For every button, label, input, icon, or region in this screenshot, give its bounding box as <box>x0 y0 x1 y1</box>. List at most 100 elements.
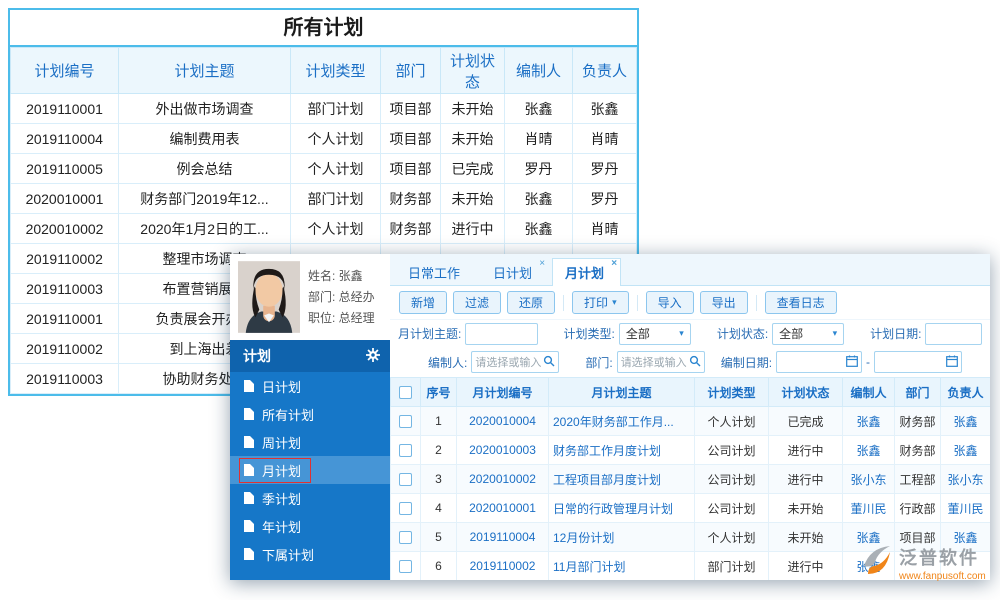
row-checkbox[interactable] <box>399 473 412 486</box>
user-profile: 姓名: 张鑫 部门: 总经办 职位: 总经理 <box>230 254 390 340</box>
sidebar-item[interactable]: 季计划 <box>230 484 390 512</box>
calendar-icon[interactable] <box>946 355 958 370</box>
row-number: 4 <box>421 494 457 523</box>
plan-row[interactable]: 3 2020010002 工程项目部月度计划 公司计划 进行中 张小东 工程部 … <box>391 465 991 494</box>
owner-link[interactable]: 张鑫 <box>941 436 991 465</box>
filter-button[interactable]: 过滤 <box>453 291 501 314</box>
compile-date-end-input[interactable] <box>874 351 962 373</box>
dept-cell: 财务部 <box>895 407 941 436</box>
plan-code-cell: 2020010001 <box>11 184 119 214</box>
tab[interactable]: 日常工作 × <box>395 258 477 285</box>
row-checkbox[interactable] <box>399 444 412 457</box>
dept-cell: 财务部 <box>381 184 441 214</box>
table-row[interactable]: 2019110004 编制费用表 个人计划 项目部 未开始 肖晴 肖晴 <box>11 124 637 154</box>
page-title: 所有计划 <box>10 10 637 47</box>
filter-row-1: 月计划主题: 计划类型: 全部 ▾ 计划状态: 全部 ▾ 计划日期: <box>390 320 990 347</box>
close-icon[interactable]: × <box>611 259 617 269</box>
table-row[interactable]: 2020010002 2020年1月2日的工... 个人计划 财务部 进行中 张… <box>11 214 637 244</box>
sidebar-item[interactable]: 周计划 <box>230 428 390 456</box>
subject-filter-input[interactable] <box>465 323 537 345</box>
plan-subject-link[interactable]: 12月份计划 <box>549 523 695 552</box>
compiler-link[interactable]: 张鑫 <box>843 436 895 465</box>
plan-code-link[interactable]: 2019110004 <box>457 523 549 552</box>
select-all-checkbox[interactable] <box>399 386 412 399</box>
export-button[interactable]: 导出 <box>700 291 748 314</box>
plan-subject-link[interactable]: 日常的行政管理月计划 <box>549 494 695 523</box>
table-row[interactable]: 2019110005 例会总结 个人计划 项目部 已完成 罗丹 罗丹 <box>11 154 637 184</box>
compiler-link[interactable]: 董川民 <box>843 494 895 523</box>
chevron-down-icon: ▾ <box>833 329 838 338</box>
owner-cell: 罗丹 <box>573 184 637 214</box>
compiler-filter-input[interactable] <box>471 351 559 373</box>
sidebar-item[interactable]: 所有计划 <box>230 400 390 428</box>
plan-subject-cell: 财务部门2019年12... <box>119 184 291 214</box>
plan-row[interactable]: 4 2020010001 日常的行政管理月计划 公司计划 未开始 董川民 行政部… <box>391 494 991 523</box>
sidebar-item[interactable]: 年计划 <box>230 512 390 540</box>
plan-subject-link[interactable]: 财务部工作月度计划 <box>549 436 695 465</box>
sidebar-item-label: 年计划 <box>262 517 301 536</box>
plan-status-select[interactable]: 全部 ▾ <box>772 323 844 345</box>
plan-subject-cell: 外出做市场调查 <box>119 94 291 124</box>
sidebar-item-label: 所有计划 <box>262 405 314 424</box>
close-icon[interactable]: × <box>539 259 545 269</box>
sidebar-item[interactable]: 月计划 <box>230 456 390 484</box>
add-button[interactable]: 新增 <box>399 291 447 314</box>
column-header: 计划状态 <box>769 378 843 407</box>
column-header: 计划类型 <box>291 48 381 94</box>
plan-type-cell: 部门计划 <box>291 184 381 214</box>
compiler-link[interactable]: 张鑫 <box>843 407 895 436</box>
plan-type-select[interactable]: 全部 ▾ <box>619 323 691 345</box>
print-button[interactable]: 打印 ▾ <box>572 291 629 314</box>
status-cell: 未开始 <box>441 184 505 214</box>
owner-link[interactable]: 张鑫 <box>941 407 991 436</box>
plan-code-link[interactable]: 2020010001 <box>457 494 549 523</box>
plan-code-cell: 2019110002 <box>11 244 119 274</box>
plan-code-link[interactable]: 2020010004 <box>457 407 549 436</box>
calendar-icon[interactable] <box>846 355 858 370</box>
column-header: 部门 <box>381 48 441 94</box>
table-row[interactable]: 2020010001 财务部门2019年12... 部门计划 财务部 未开始 张… <box>11 184 637 214</box>
row-checkbox[interactable] <box>399 560 412 573</box>
plan-subject-cell: 例会总结 <box>119 154 291 184</box>
row-checkbox[interactable] <box>399 531 412 544</box>
restore-button[interactable]: 还原 <box>507 291 555 314</box>
plan-row[interactable]: 2 2020010003 财务部工作月度计划 公司计划 进行中 张鑫 财务部 张… <box>391 436 991 465</box>
dept-cell: 财务部 <box>895 436 941 465</box>
dept-cell: 工程部 <box>895 465 941 494</box>
dept-filter-input[interactable] <box>617 351 705 373</box>
plan-subject-link[interactable]: 2020年财务部工作月... <box>549 407 695 436</box>
plan-date-input[interactable] <box>925 323 982 345</box>
row-checkbox[interactable] <box>399 415 412 428</box>
owner-cell: 罗丹 <box>573 154 637 184</box>
row-checkbox[interactable] <box>399 502 412 515</box>
plan-type-cell: 个人计划 <box>291 154 381 184</box>
search-icon[interactable] <box>689 355 701 370</box>
sidebar-section-plan[interactable]: 计划 <box>230 340 390 372</box>
monthly-plan-window: 姓名: 张鑫 部门: 总经办 职位: 总经理 计划 <box>230 254 990 580</box>
sidebar-item[interactable]: 下属计划 <box>230 540 390 568</box>
plan-code-link[interactable]: 2020010003 <box>457 436 549 465</box>
plan-code-link[interactable]: 2020010002 <box>457 465 549 494</box>
plan-status-cell: 进行中 <box>769 552 843 581</box>
table-row[interactable]: 2019110001 外出做市场调查 部门计划 项目部 未开始 张鑫 张鑫 <box>11 94 637 124</box>
compile-date-start-input[interactable] <box>776 351 862 373</box>
plan-code-link[interactable]: 2019110002 <box>457 552 549 581</box>
tab[interactable]: 月计划 × <box>552 258 621 286</box>
owner-link[interactable]: 张小东 <box>941 465 991 494</box>
sidebar-item[interactable]: 日计划 <box>230 372 390 400</box>
plan-code-cell: 2019110001 <box>11 304 119 334</box>
compiler-cell: 张鑫 <box>505 184 573 214</box>
column-header: 月计划主题 <box>549 378 695 407</box>
plan-row[interactable]: 1 2020010004 2020年财务部工作月... 个人计划 已完成 张鑫 … <box>391 407 991 436</box>
import-button[interactable]: 导入 <box>646 291 694 314</box>
plan-subject-link[interactable]: 工程项目部月度计划 <box>549 465 695 494</box>
plan-subject-link[interactable]: 11月部门计划 <box>549 552 695 581</box>
dept-cell: 项目部 <box>381 94 441 124</box>
owner-link[interactable]: 董川民 <box>941 494 991 523</box>
plan-type-cell: 个人计划 <box>291 214 381 244</box>
compiler-link[interactable]: 张小东 <box>843 465 895 494</box>
gear-icon[interactable] <box>366 348 380 365</box>
view-log-button[interactable]: 查看日志 <box>765 291 837 314</box>
tab[interactable]: 日计划 × <box>480 258 549 285</box>
search-icon[interactable] <box>543 355 555 370</box>
